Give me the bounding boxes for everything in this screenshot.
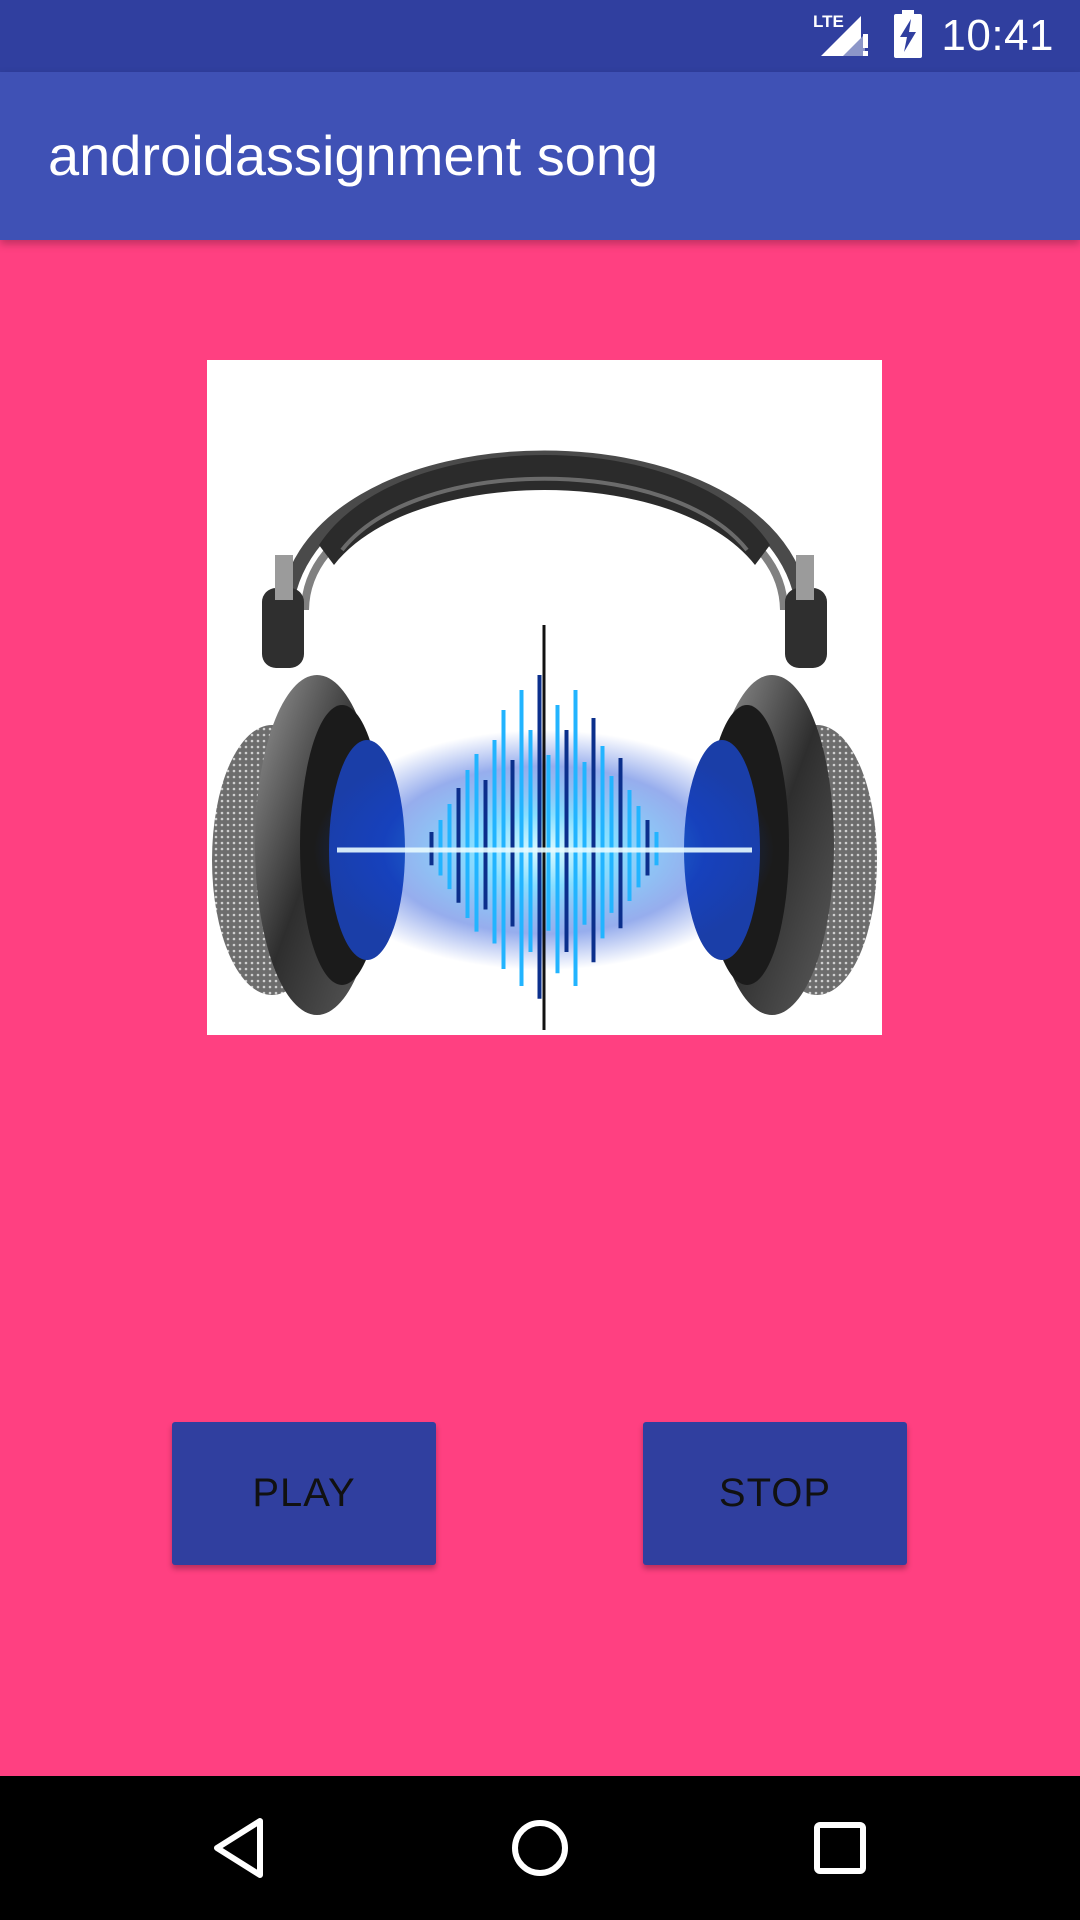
app-bar: androidassignment song [0,72,1080,240]
status-bar: LTE 10:41 [0,0,1080,72]
status-clock: 10:41 [941,11,1054,60]
home-icon[interactable] [490,1798,590,1898]
lte-signal-icon: LTE [813,10,875,63]
back-icon[interactable] [190,1798,290,1898]
play-button[interactable]: PLAY [172,1422,436,1565]
status-icons: LTE 10:41 [813,0,1054,72]
app-title: androidassignment song [48,124,659,187]
battery-charging-icon [893,9,923,63]
recents-icon[interactable] [790,1798,890,1898]
headphones-soundwave-image [207,360,882,1035]
stop-button[interactable]: STOP [643,1422,907,1565]
svg-text:LTE: LTE [813,12,844,31]
navigation-bar [0,1776,1080,1920]
